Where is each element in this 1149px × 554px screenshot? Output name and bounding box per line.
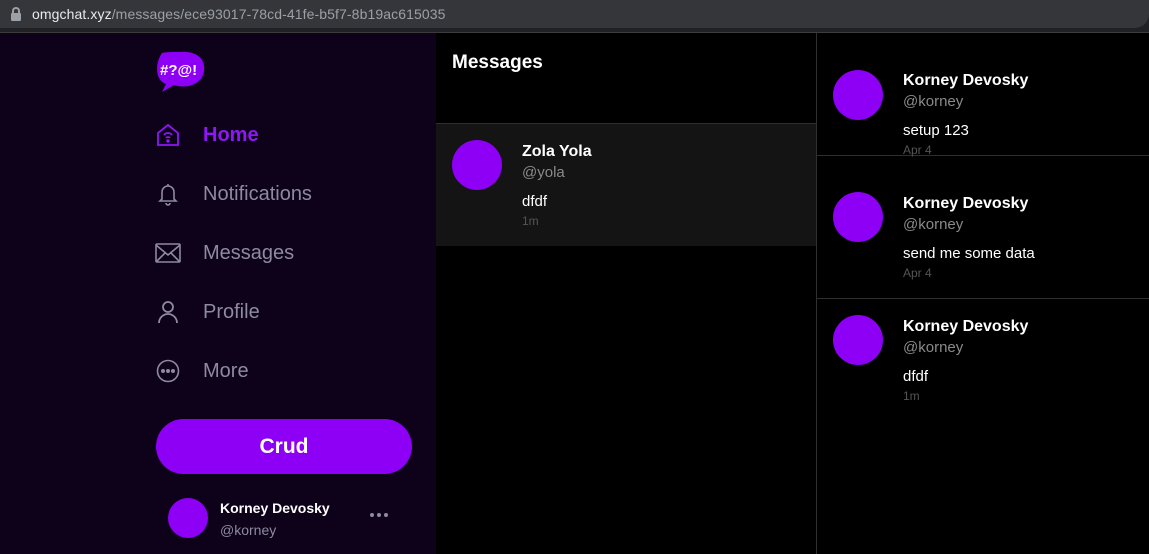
message-time: Apr 4	[903, 143, 932, 157]
message-author-handle: @korney	[903, 339, 964, 356]
user-icon	[155, 299, 181, 325]
url-path: /messages/ece93017-78cd-41fe-b5f7-8b19ac…	[111, 6, 446, 22]
message-text: send me some data	[903, 245, 1035, 262]
sidebar-item-more[interactable]: More	[155, 351, 249, 391]
avatar	[833, 315, 883, 365]
sidebar-item-label: Profile	[203, 300, 260, 323]
home-icon	[155, 122, 181, 148]
message-time: 1m	[903, 389, 920, 403]
envelope-icon	[155, 240, 181, 266]
crud-button[interactable]: Crud	[156, 419, 412, 474]
conversation-list-header: Messages	[436, 33, 816, 124]
url-text[interactable]: omgchat.xyz/messages/ece93017-78cd-41fe-…	[32, 6, 446, 22]
message-time: Apr 4	[903, 266, 932, 280]
avatar	[833, 192, 883, 242]
sidebar-item-messages[interactable]: Messages	[155, 233, 294, 273]
avatar	[168, 498, 208, 538]
message-text: dfdf	[903, 368, 929, 385]
user-name: Korney Devosky	[220, 500, 330, 516]
lock-icon[interactable]	[10, 7, 22, 21]
sidebar-item-profile[interactable]: Profile	[155, 292, 260, 332]
sidebar: #?@! Home Notifications Messages Profile…	[0, 33, 436, 554]
message-author-handle: @korney	[903, 93, 964, 110]
sidebar-item-notifications[interactable]: Notifications	[155, 174, 312, 214]
message-author-name: Korney Devosky	[903, 72, 1029, 89]
conversation-item[interactable]: Zola Yola @yola dfdf 1m	[436, 124, 816, 246]
account-switcher[interactable]: Korney Devosky @korney	[168, 495, 418, 545]
message-author-name: Korney Devosky	[903, 195, 1029, 212]
bell-icon	[155, 181, 181, 207]
page-title: Messages	[452, 52, 543, 73]
message-author-handle: @korney	[903, 216, 964, 233]
avatar	[833, 70, 883, 120]
more-options-icon[interactable]	[370, 513, 388, 517]
sidebar-item-label: Home	[203, 123, 259, 146]
more-circle-icon	[155, 358, 181, 384]
conversation-time: 1m	[522, 214, 539, 228]
message-item[interactable]: Korney Devosky @korney send me some data…	[817, 176, 1149, 299]
sidebar-item-label: Notifications	[203, 182, 312, 205]
message-item[interactable]: Korney Devosky @korney dfdf 1m	[817, 299, 1149, 422]
avatar	[452, 140, 502, 190]
conversation-name: Zola Yola	[522, 143, 592, 160]
app-logo[interactable]: #?@!	[156, 51, 206, 93]
message-author-name: Korney Devosky	[903, 318, 1029, 335]
url-host: omgchat.xyz	[32, 6, 112, 22]
browser-toolbar: omgchat.xyz/messages/ece93017-78cd-41fe-…	[0, 0, 1149, 33]
sidebar-item-home[interactable]: Home	[155, 115, 259, 155]
message-thread-panel: Korney Devosky @korney setup 123 Apr 4 K…	[816, 33, 1149, 554]
conversation-preview: dfdf	[522, 193, 548, 210]
conversation-list-panel: Messages Zola Yola @yola dfdf 1m	[436, 33, 816, 554]
sidebar-item-label: Messages	[203, 241, 295, 264]
address-bar[interactable]: omgchat.xyz/messages/ece93017-78cd-41fe-…	[0, 0, 1149, 28]
conversation-handle: @yola	[522, 164, 565, 181]
logo-text: #?@!	[160, 62, 197, 79]
message-text: setup 123	[903, 122, 969, 139]
user-handle: @korney	[220, 522, 277, 538]
message-item[interactable]: Korney Devosky @korney setup 123 Apr 4	[817, 33, 1149, 157]
sidebar-item-label: More	[203, 359, 249, 382]
